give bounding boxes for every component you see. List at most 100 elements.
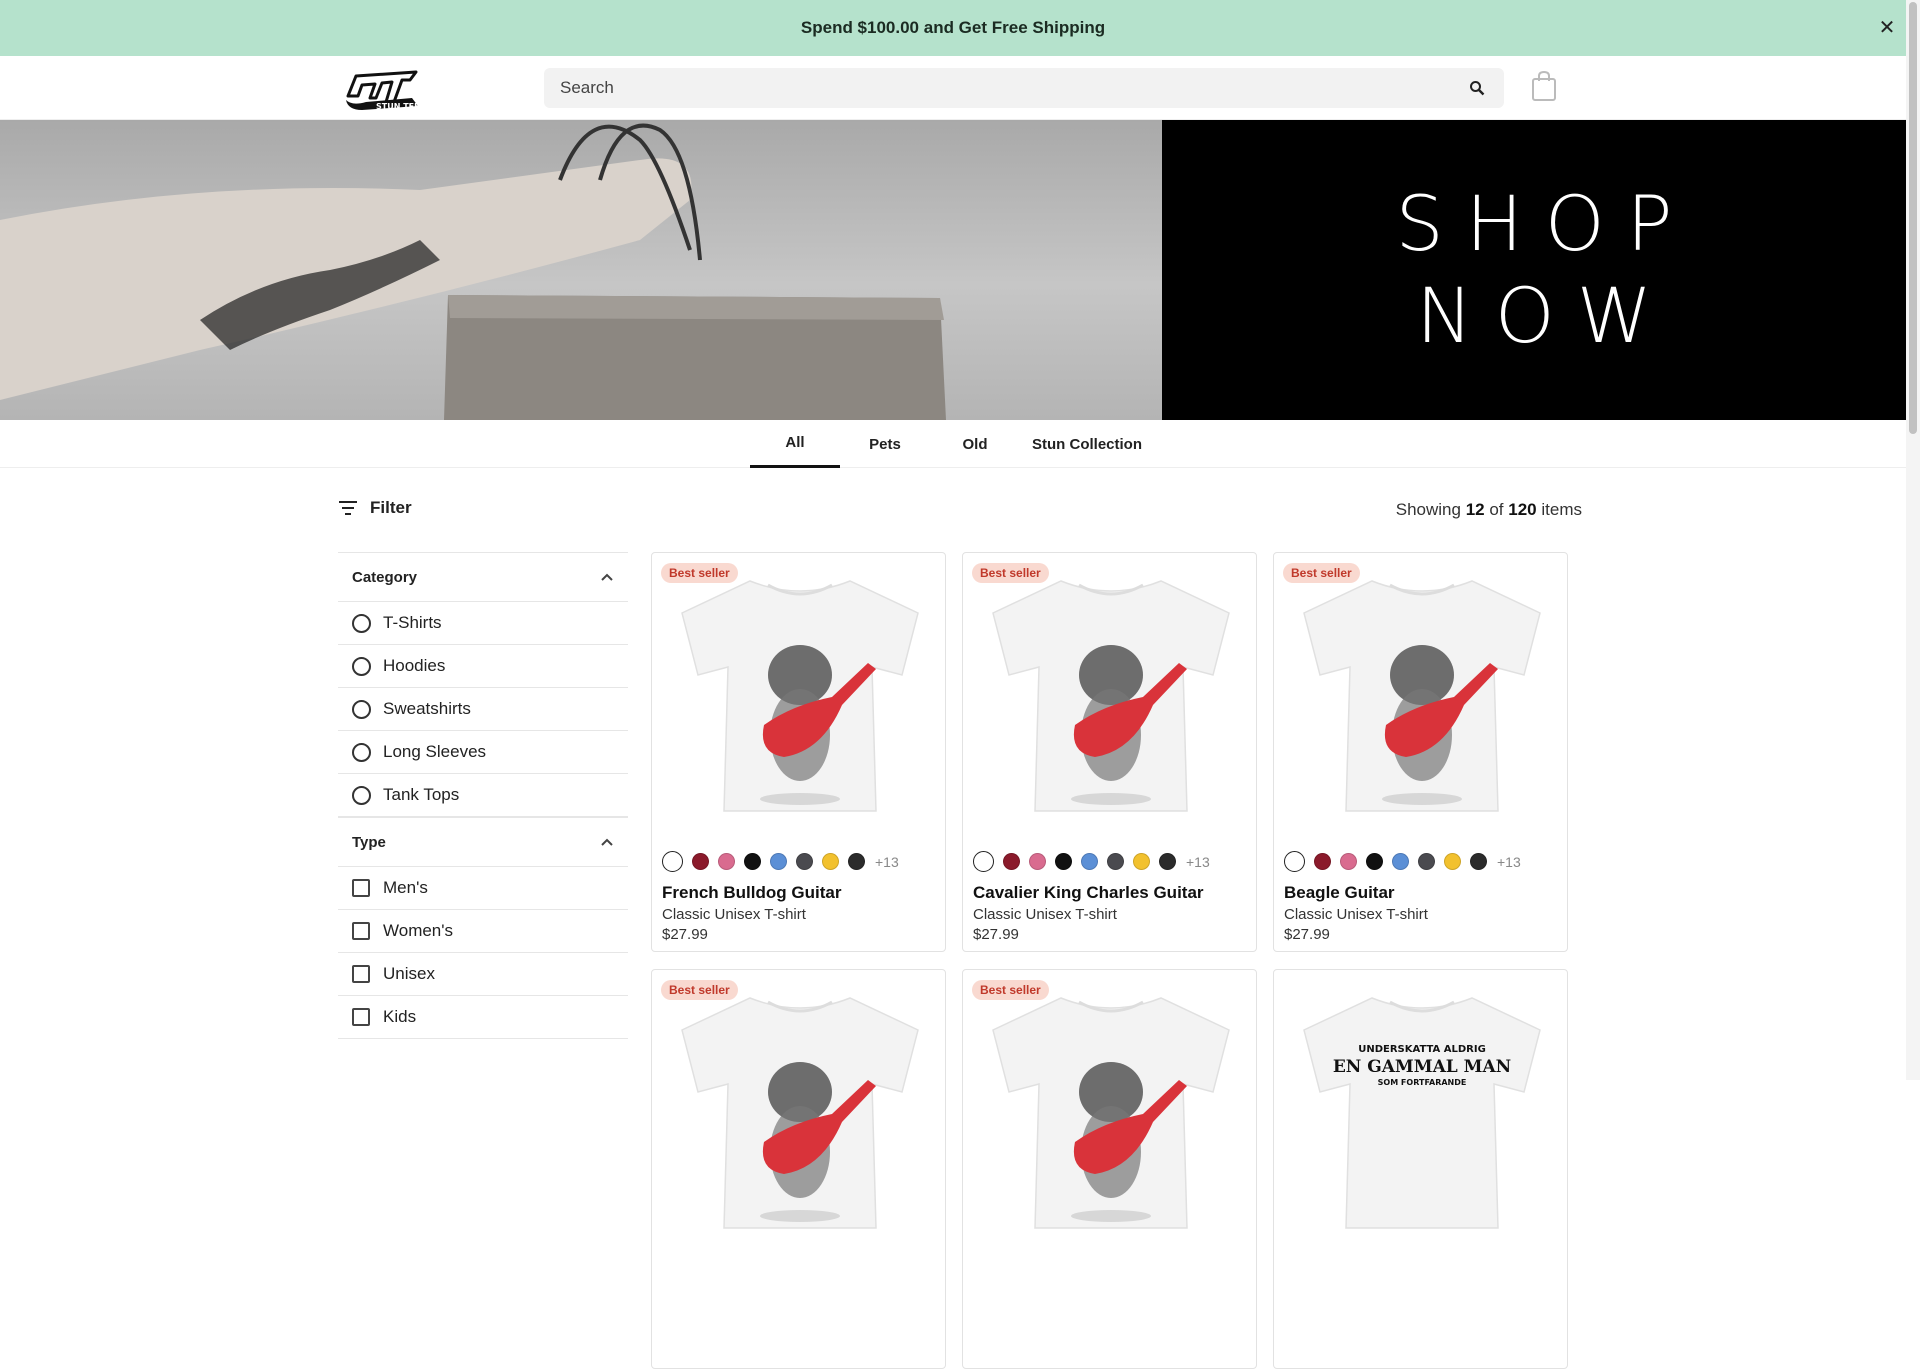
- option-label: Women's: [383, 921, 454, 940]
- product-type: Classic Unisex T-shirt: [1284, 906, 1428, 923]
- option-label: Men's: [383, 878, 428, 897]
- product-card[interactable]: Best seller: [962, 969, 1257, 1369]
- radio-button[interactable]: [352, 613, 371, 633]
- showing-of: of: [1489, 500, 1504, 519]
- color-swatch[interactable]: [1418, 853, 1435, 870]
- shopping-bag-icon[interactable]: [1530, 70, 1558, 102]
- product-price: $27.99: [662, 926, 708, 943]
- color-swatch[interactable]: [1366, 853, 1383, 870]
- radio-button[interactable]: [352, 656, 371, 676]
- checkbox[interactable]: [352, 965, 370, 983]
- category-option-hoodies[interactable]: Hoodies: [338, 645, 628, 688]
- color-swatch[interactable]: [822, 853, 839, 870]
- showing-count: 12: [1465, 500, 1485, 519]
- color-swatch[interactable]: [1340, 853, 1357, 870]
- type-option-womens[interactable]: Women's: [338, 910, 628, 953]
- color-swatch[interactable]: [770, 853, 787, 870]
- search-icon[interactable]: [1466, 77, 1488, 99]
- color-swatch[interactable]: [1029, 853, 1046, 870]
- type-section-header[interactable]: Type: [338, 817, 628, 867]
- color-swatch[interactable]: [1107, 853, 1124, 870]
- stun-tee-logo[interactable]: STUN TEE: [342, 66, 422, 112]
- color-swatch[interactable]: [718, 853, 735, 870]
- logo-text: STUN TEE: [376, 102, 420, 111]
- color-swatch[interactable]: [1081, 853, 1098, 870]
- color-swatch[interactable]: [796, 853, 813, 870]
- color-swatches: +13: [1284, 851, 1521, 872]
- results-count: Showing 12 of 120 items: [1396, 500, 1582, 520]
- best-seller-badge: Best seller: [1283, 563, 1360, 583]
- hero-cta-panel[interactable]: SHOP NOW: [1162, 120, 1906, 420]
- checkbox[interactable]: [352, 879, 370, 897]
- category-option-tank-tops[interactable]: Tank Tops: [338, 774, 628, 817]
- type-title: Type: [352, 833, 386, 851]
- hero-photo: [0, 120, 1162, 420]
- color-swatch[interactable]: [744, 853, 761, 870]
- color-swatch[interactable]: [973, 851, 994, 872]
- hero-cta-line2: NOW: [1416, 271, 1674, 360]
- color-swatch[interactable]: [1392, 853, 1409, 870]
- product-price: $27.99: [1284, 926, 1330, 943]
- type-option-unisex[interactable]: Unisex: [338, 953, 628, 996]
- tab-pets[interactable]: Pets: [840, 420, 930, 468]
- product-card[interactable]: Best seller +13 Beagle Guitar Classic Unise…: [1273, 552, 1568, 952]
- product-type: Classic Unisex T-shirt: [973, 906, 1117, 923]
- tshirt-image: [1303, 580, 1541, 812]
- color-swatch[interactable]: [692, 853, 709, 870]
- option-label: Long Sleeves: [383, 742, 487, 761]
- radio-button[interactable]: [352, 699, 371, 719]
- color-swatch[interactable]: [1133, 853, 1150, 870]
- color-swatch[interactable]: [848, 853, 865, 870]
- hero-cta-line1: SHOP: [1395, 179, 1695, 268]
- color-swatches: +13: [973, 851, 1210, 872]
- product-name[interactable]: French Bulldog Guitar: [662, 883, 841, 903]
- search-bar[interactable]: [544, 68, 1504, 108]
- option-label: Unisex: [383, 964, 435, 983]
- more-colors-count[interactable]: +13: [1186, 854, 1210, 870]
- product-card[interactable]: Best seller +13 Cavalier King Charles Guit…: [962, 552, 1257, 952]
- scrollbar-thumb[interactable]: [1909, 2, 1917, 434]
- category-option-t-shirts[interactable]: T-Shirts: [338, 602, 628, 645]
- type-option-mens[interactable]: Men's: [338, 867, 628, 910]
- product-card[interactable]: Best seller +13 French Bulldog Guitar Class…: [651, 552, 946, 952]
- checkbox[interactable]: [352, 922, 370, 940]
- checkbox[interactable]: [352, 1008, 370, 1026]
- product-card[interactable]: UNDERSKATTA ALDRIG EN GAMMAL MAN SOM FOR…: [1273, 969, 1568, 1369]
- color-swatch[interactable]: [1159, 853, 1176, 870]
- tshirt-image: [681, 997, 919, 1229]
- best-seller-badge: Best seller: [661, 563, 738, 583]
- product-name[interactable]: Cavalier King Charles Guitar: [973, 883, 1204, 903]
- more-colors-count[interactable]: +13: [875, 854, 899, 870]
- search-input[interactable]: [560, 78, 1466, 98]
- showing-prefix: Showing: [1395, 500, 1461, 519]
- chevron-up-icon: [601, 573, 613, 581]
- filter-button[interactable]: Filter: [338, 498, 412, 518]
- product-name[interactable]: Beagle Guitar: [1284, 883, 1395, 903]
- color-swatch[interactable]: [1055, 853, 1072, 870]
- tab-stun-collection[interactable]: Stun Collection: [1020, 420, 1154, 468]
- color-swatches: +13: [662, 851, 899, 872]
- showing-suffix: items: [1541, 500, 1582, 519]
- close-icon[interactable]: ✕: [1876, 17, 1898, 39]
- category-option-long-sleeves[interactable]: Long Sleeves: [338, 731, 628, 774]
- radio-button[interactable]: [352, 742, 371, 762]
- category-section-header[interactable]: Category: [338, 552, 628, 602]
- color-swatch[interactable]: [1470, 853, 1487, 870]
- radio-button[interactable]: [352, 785, 371, 805]
- color-swatch[interactable]: [1444, 853, 1461, 870]
- more-colors-count[interactable]: +13: [1497, 854, 1521, 870]
- color-swatch[interactable]: [662, 851, 683, 872]
- type-option-kids[interactable]: Kids: [338, 996, 628, 1039]
- tshirt-image: [681, 580, 919, 812]
- color-swatch[interactable]: [1284, 851, 1305, 872]
- tab-all[interactable]: All: [750, 420, 840, 468]
- color-swatch[interactable]: [1314, 853, 1331, 870]
- showing-total: 120: [1508, 500, 1537, 519]
- print-text-3: SOM FORTFARANDE: [1378, 1078, 1467, 1087]
- product-card[interactable]: Best seller: [651, 969, 946, 1369]
- color-swatch[interactable]: [1003, 853, 1020, 870]
- category-option-sweatshirts[interactable]: Sweatshirts: [338, 688, 628, 731]
- hero-banner[interactable]: SHOP NOW: [0, 120, 1906, 420]
- tab-old[interactable]: Old: [930, 420, 1020, 468]
- filter-sidebar: Category T-Shirts Hoodies Sweatshirts Lo…: [338, 552, 628, 1039]
